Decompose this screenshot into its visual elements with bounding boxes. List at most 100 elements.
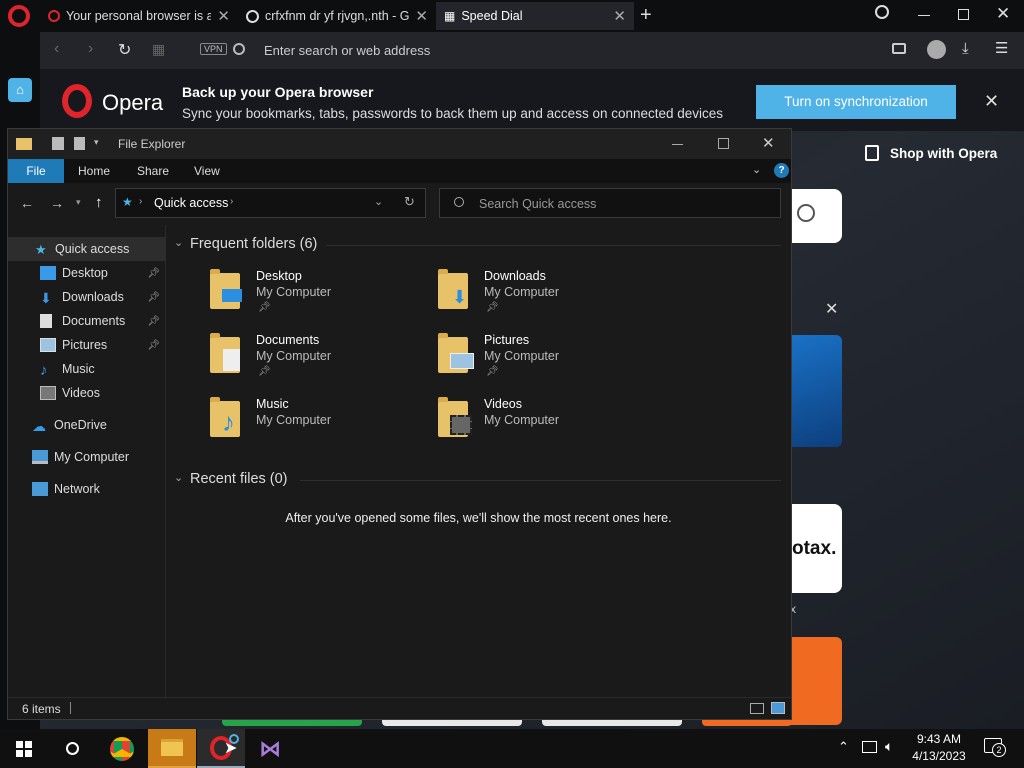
ribbon-tabs: File Home Share View ⌄ ? [8, 159, 791, 183]
large-icons-view-icon[interactable] [771, 702, 785, 714]
close-icon[interactable]: ✕ [762, 134, 775, 152]
turn-on-sync-button[interactable]: Turn on synchronization [756, 85, 956, 119]
forward-icon[interactable]: › [88, 40, 93, 58]
speed-dial-tile[interactable] [382, 720, 522, 726]
nav-pictures[interactable]: Pictures 📌︎ [8, 333, 166, 357]
speed-dial-tile[interactable] [222, 720, 362, 726]
search-input[interactable]: Search Quick access [479, 197, 596, 211]
speed-dial-tile[interactable] [542, 720, 682, 726]
tab-3[interactable]: ▦ Speed Dial ✕ [436, 2, 634, 30]
search-tabs-icon[interactable] [875, 5, 889, 19]
shop-with-opera[interactable]: Shop with Opera [890, 146, 997, 161]
tab-1[interactable]: Your personal browser is al ✕ [40, 2, 238, 30]
forward-icon[interactable]: → [50, 195, 64, 211]
refresh-icon[interactable]: ↻ [404, 194, 415, 210]
close-icon[interactable]: ✕ [825, 299, 838, 319]
download-icon[interactable]: ⤓ [962, 40, 969, 57]
folder-tile-music[interactable]: ♪ Music My Computer [210, 397, 430, 453]
minimize-icon[interactable] [672, 144, 683, 145]
clock-date[interactable]: 4/13/2023 [908, 749, 970, 763]
action-center-button[interactable]: 2 [984, 738, 1006, 757]
visual-studio-taskbar-button[interactable]: ⋈ [246, 729, 294, 768]
nav-documents[interactable]: Documents 📌︎ [8, 309, 166, 333]
folder-name: Pictures [484, 333, 530, 347]
new-tab-icon[interactable]: + [640, 4, 652, 27]
nav-desktop[interactable]: Desktop 📌︎ [8, 261, 166, 285]
folder-name: Videos [484, 397, 522, 411]
close-icon[interactable]: ✕ [415, 7, 428, 25]
address-box[interactable]: ★ › Quick access › ⌄ ↻ [115, 188, 426, 218]
qat-dropdown-icon[interactable]: ▾ [94, 137, 99, 148]
network-icon[interactable] [862, 741, 877, 753]
videos-folder-icon [438, 397, 472, 437]
minimize-icon[interactable] [918, 15, 930, 16]
up-icon[interactable]: ↑ [95, 194, 103, 211]
breadcrumb[interactable]: Quick access [154, 196, 228, 210]
opera-wordmark: Opera [102, 90, 164, 115]
nav-videos[interactable]: Videos [8, 381, 166, 405]
collapse-chevron-icon[interactable]: ⌄ [174, 471, 183, 484]
nav-network[interactable]: Network [8, 477, 166, 501]
folder-tile-documents[interactable]: Documents My Computer 📌︎ [210, 333, 430, 389]
shop-bag-icon[interactable] [865, 145, 879, 161]
home-icon[interactable]: ⌂ [8, 78, 32, 102]
new-folder-icon[interactable] [74, 137, 85, 150]
chrome-taskbar-button[interactable] [98, 729, 146, 768]
menu-file[interactable]: File [8, 159, 64, 183]
nav-quick-access[interactable]: ★ Quick access [8, 237, 166, 261]
folder-tile-pictures[interactable]: Pictures My Computer 📌︎ [438, 333, 658, 389]
vpn-badge[interactable]: VPN [200, 43, 227, 55]
close-icon[interactable]: ✕ [217, 7, 230, 25]
folder-location: My Computer [484, 285, 560, 299]
close-window-icon[interactable]: ✕ [996, 4, 1010, 24]
recent-files-header[interactable]: Recent files (0) [190, 471, 288, 487]
menu-home[interactable]: Home [64, 159, 124, 183]
nav-onedrive[interactable]: ☁ OneDrive [8, 413, 166, 437]
breadcrumb-chevron-icon: › [230, 196, 234, 207]
collapse-chevron-icon[interactable]: ⌄ [174, 236, 183, 249]
opera-taskbar-button[interactable] [197, 729, 245, 768]
nav-music[interactable]: ♪ Music [8, 357, 166, 381]
folder-tile-videos[interactable]: Videos My Computer [438, 397, 658, 453]
music-icon: ♪ [40, 362, 48, 379]
back-icon[interactable]: ‹ [54, 40, 59, 58]
menu-share[interactable]: Share [123, 159, 183, 183]
frequent-folders-header[interactable]: Frequent folders (6) [190, 236, 317, 252]
file-explorer-taskbar-button[interactable] [148, 729, 196, 768]
speed-dial-tile[interactable] [702, 720, 792, 726]
folder-tile-downloads[interactable]: ⬇ Downloads My Computer 📌︎ [438, 269, 658, 325]
cloud-icon: ☁ [32, 418, 46, 434]
easy-setup-icon[interactable]: ☰ [995, 39, 1008, 57]
close-icon[interactable]: ✕ [613, 7, 626, 25]
nav-downloads[interactable]: ⬇ Downloads 📌︎ [8, 285, 166, 309]
help-icon[interactable]: ? [774, 163, 789, 178]
folder-tile-desktop[interactable]: Desktop My Computer 📌︎ [210, 269, 430, 325]
opera-menu-icon[interactable] [8, 5, 30, 27]
recent-locations-icon[interactable]: ▾ [76, 197, 81, 208]
back-icon[interactable]: ← [20, 195, 34, 211]
properties-icon[interactable] [52, 137, 64, 150]
maximize-icon[interactable] [718, 138, 729, 149]
volume-icon[interactable]: 🔈︎ [885, 738, 893, 755]
details-view-icon[interactable] [750, 703, 764, 714]
ribbon-expand-icon[interactable]: ⌄ [752, 163, 761, 176]
address-dropdown-icon[interactable]: ⌄ [374, 195, 383, 208]
search-button[interactable] [48, 729, 96, 768]
nav-my-computer[interactable]: My Computer [8, 445, 166, 469]
folder-icon [161, 739, 183, 756]
nav-label: Music [62, 362, 95, 376]
camera-icon[interactable] [892, 43, 906, 54]
clock-time[interactable]: 9:43 AM [908, 732, 970, 746]
tab-grid-icon[interactable]: ▦ [152, 41, 165, 58]
close-banner-icon[interactable]: ✕ [984, 91, 999, 112]
restore-icon[interactable] [958, 9, 969, 20]
menu-view[interactable]: View [180, 159, 234, 183]
address-input[interactable]: Enter search or web address [264, 43, 864, 58]
start-button[interactable] [0, 729, 48, 768]
nav-label: Downloads [62, 290, 124, 304]
search-box[interactable]: Search Quick access [439, 188, 781, 218]
reload-icon[interactable]: ↻ [118, 40, 131, 60]
tab-2[interactable]: crfxfnm dr yf rjvgn,.nth - G ✕ [238, 2, 436, 30]
profile-icon[interactable] [927, 40, 946, 59]
show-hidden-icons-icon[interactable]: ⌃ [838, 739, 849, 755]
